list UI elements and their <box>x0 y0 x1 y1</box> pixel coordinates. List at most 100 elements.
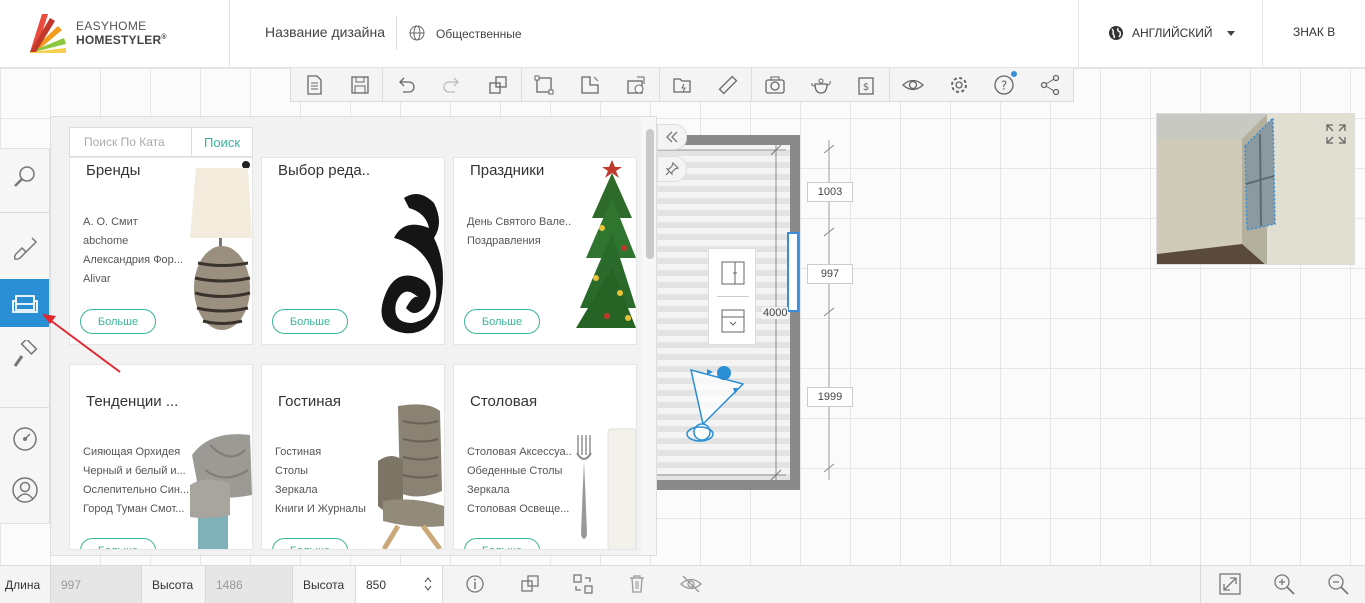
3d-preview-window[interactable] <box>1156 113 1355 265</box>
length-field[interactable]: 997 <box>51 566 141 603</box>
svg-text:?: ? <box>1001 78 1007 92</box>
account-button[interactable] <box>0 466 49 514</box>
card-link[interactable]: Обеденные Столы <box>467 462 572 481</box>
duplicate-icon[interactable] <box>518 572 542 596</box>
catalog-search: Поиск <box>69 127 253 157</box>
save-icon[interactable] <box>337 68 383 101</box>
card-link[interactable]: Столовая Освеще... <box>467 500 572 519</box>
card-title: Столовая <box>470 393 538 410</box>
window-element[interactable] <box>787 232 799 312</box>
pin-panel-button[interactable] <box>657 156 687 182</box>
camera-icon[interactable] <box>752 68 798 101</box>
dimension-label[interactable]: 1003 <box>807 182 853 202</box>
card-link[interactable]: Сияющая Орхидея <box>83 443 189 462</box>
more-button[interactable]: Больше <box>464 309 540 334</box>
delete-icon[interactable] <box>625 572 649 596</box>
logo[interactable]: EASYHOME HOMESTYLER® <box>28 12 178 54</box>
card-link[interactable]: Город Туман Смот... <box>83 500 189 519</box>
zoom-in-icon[interactable] <box>1272 572 1296 596</box>
double-chevron-left-icon <box>666 131 678 143</box>
import-icon[interactable] <box>613 68 659 101</box>
notification-dot <box>1011 71 1018 77</box>
card-links: День Святого Вале.. Поздравления <box>467 213 571 251</box>
visibility-selector[interactable]: Общественные <box>436 27 522 41</box>
globe-icon[interactable] <box>409 25 425 41</box>
card-link[interactable]: День Святого Вале.. <box>467 213 571 232</box>
card-link[interactable]: Книги И Журналы <box>275 500 366 519</box>
chevron-down-icon <box>1226 30 1235 36</box>
window-icon[interactable] <box>719 307 747 335</box>
collapse-panel-button[interactable] <box>657 124 687 150</box>
card-link[interactable]: А. О. Смит <box>83 213 183 232</box>
elevation-input[interactable]: 850 <box>356 566 442 603</box>
bottom-divider <box>1200 566 1201 603</box>
fork-image <box>576 428 636 549</box>
stepper-arrows-icon[interactable] <box>424 577 432 591</box>
card-title: Тенденции ... <box>86 393 179 410</box>
more-button[interactable]: Больше <box>464 538 540 549</box>
catalog-card-dining-room[interactable]: Столовая Столовая Аксессуа.. Обеденные С… <box>453 364 637 550</box>
teapot-icon[interactable] <box>798 68 844 101</box>
height-field[interactable]: 1486 <box>206 566 292 603</box>
help-icon[interactable]: ? <box>982 68 1028 101</box>
room-width-label: 4000 <box>762 307 789 319</box>
catalog-card-editors-choice[interactable]: Выбор реда.. Больше <box>261 157 445 345</box>
fit-view-icon[interactable] <box>1218 572 1242 596</box>
search-tool-button[interactable] <box>0 153 49 201</box>
card-link[interactable]: Зеркала <box>275 481 366 500</box>
catalog-card-holidays[interactable]: Праздники День Святого Вале.. Поздравлен… <box>453 157 637 345</box>
annotation-arrow <box>42 314 121 373</box>
catalog-search-input[interactable] <box>69 127 191 157</box>
more-button[interactable]: Больше <box>80 538 156 549</box>
undo-icon[interactable] <box>383 68 429 101</box>
card-links: Сияющая Орхидея Черный и белый и... Осле… <box>83 443 189 519</box>
user-icon <box>11 477 38 503</box>
search-button[interactable]: Поиск <box>191 127 253 157</box>
measure-icon[interactable] <box>705 68 751 101</box>
more-button[interactable]: Больше <box>272 309 348 334</box>
card-link[interactable]: Поздравления <box>467 232 571 251</box>
folder-icon[interactable] <box>660 68 706 101</box>
dimension-label[interactable]: 1999 <box>807 387 853 407</box>
door-icon[interactable] <box>719 259 747 287</box>
dimension-label[interactable]: 997 <box>807 264 853 284</box>
more-button[interactable]: Больше <box>272 538 348 549</box>
zoom-out-icon[interactable] <box>1326 572 1350 596</box>
catalog-card-trends[interactable]: Тенденции ... Сияющая Орхидея Черный и б… <box>69 364 253 550</box>
design-name[interactable]: Название дизайна <box>265 24 385 40</box>
hide-icon[interactable] <box>679 572 703 596</box>
card-link[interactable]: Черный и белый и... <box>83 462 189 481</box>
share-icon[interactable] <box>1027 68 1073 101</box>
logo-text-bottom: HOMESTYLER® <box>76 33 167 47</box>
copy-icon[interactable] <box>475 68 521 101</box>
draw-wall-icon[interactable] <box>567 68 613 101</box>
card-link[interactable]: Гостиная <box>275 443 366 462</box>
card-link[interactable]: Alivar <box>83 270 183 289</box>
card-link[interactable]: Александрия Фор... <box>83 251 183 270</box>
card-link[interactable]: Столовая Аксессуа.. <box>467 443 572 462</box>
rail-divider <box>0 407 49 408</box>
info-icon[interactable] <box>463 572 487 596</box>
draw-room-icon[interactable] <box>522 68 568 101</box>
language-selector[interactable]: АНГЛИЙСКИЙ <box>1108 25 1235 41</box>
card-link[interactable]: Зеркала <box>467 481 572 500</box>
redo-icon[interactable] <box>429 68 475 101</box>
build-tool-button[interactable] <box>0 225 49 273</box>
catalog-card-living-room[interactable]: Гостиная Гостиная Столы Зеркала Книги И … <box>261 364 445 550</box>
expand-icon[interactable] <box>1324 122 1348 146</box>
price-icon[interactable]: $ <box>843 68 889 101</box>
camera-view-marker[interactable] <box>683 362 755 446</box>
card-link[interactable]: Ослепительно Син... <box>83 481 189 500</box>
catalog-scrollbar-thumb[interactable] <box>646 129 654 259</box>
length-label: Длина <box>5 577 41 592</box>
dashboard-button[interactable] <box>0 415 49 463</box>
replace-icon[interactable] <box>571 572 595 596</box>
bottom-bar: Длина 997 Высота 1486 Высота 850 <box>0 565 1365 603</box>
card-link[interactable]: abchome <box>83 232 183 251</box>
settings-icon[interactable] <box>936 68 982 101</box>
view-icon[interactable] <box>890 68 936 101</box>
card-link[interactable]: Столы <box>275 462 366 481</box>
sign-in-button[interactable]: ЗНАК В <box>1293 25 1335 39</box>
new-file-icon[interactable] <box>291 68 337 101</box>
earth-icon <box>1109 26 1123 40</box>
